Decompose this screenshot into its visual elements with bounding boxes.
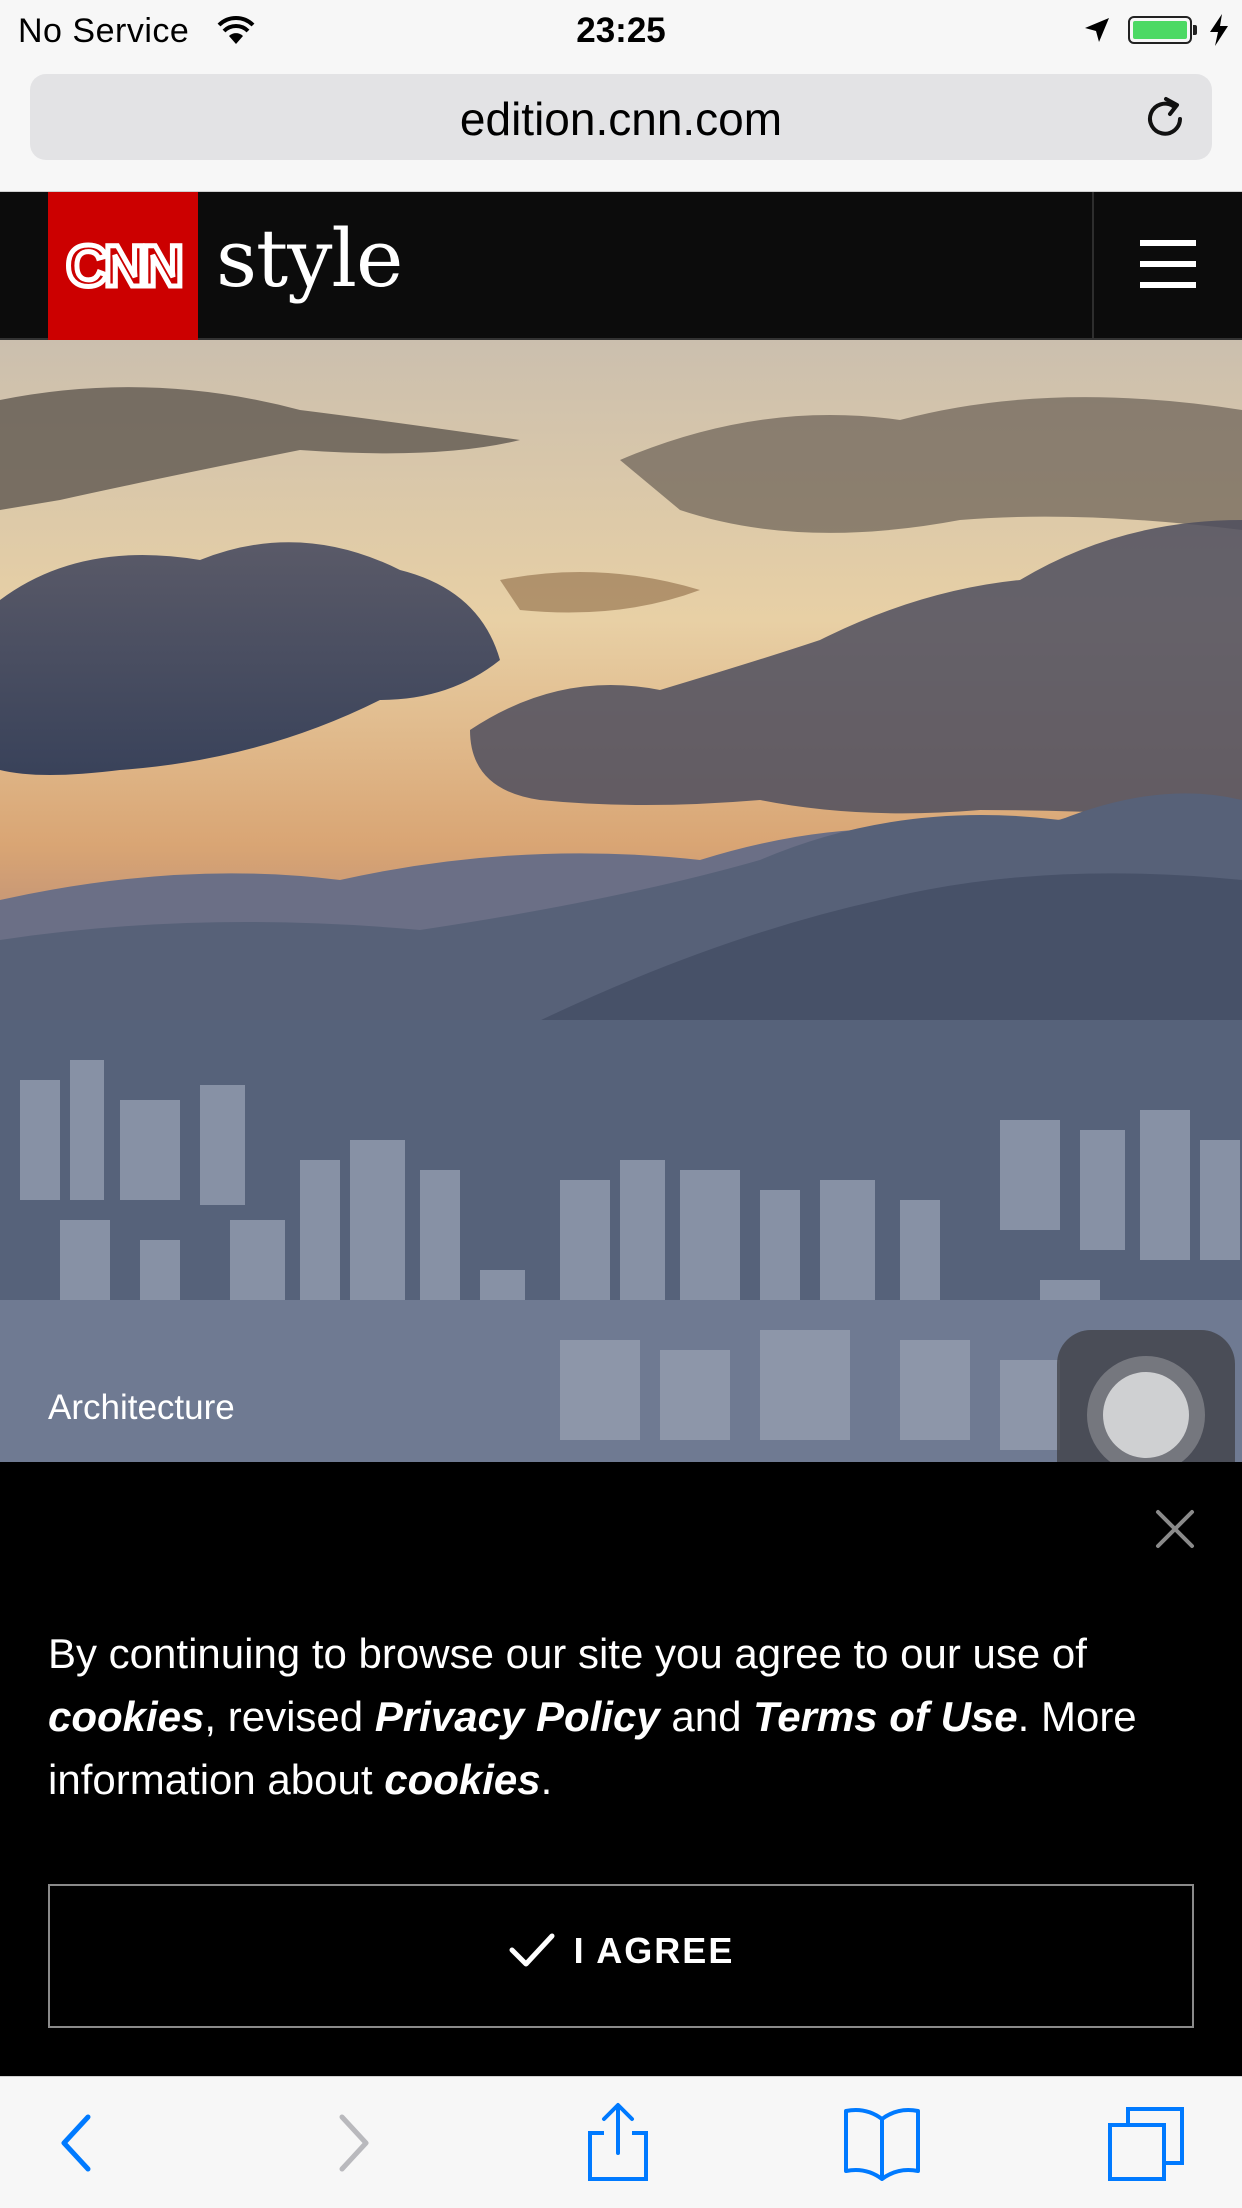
- hero-image[interactable]: Architecture: [0, 340, 1242, 1462]
- share-button[interactable]: [576, 2101, 660, 2185]
- terms-of-use-link[interactable]: Terms of Use: [753, 1693, 1018, 1740]
- i-agree-label: I AGREE: [573, 1930, 735, 1971]
- url-bar[interactable]: edition.cnn.com: [30, 74, 1212, 160]
- browser-toolbar: [0, 2076, 1242, 2208]
- cookie-text-part: and: [659, 1693, 754, 1740]
- location-arrow-icon: [1085, 18, 1109, 42]
- chevron-right-icon: [339, 2114, 369, 2172]
- cookies-info-link[interactable]: cookies: [384, 1756, 540, 1803]
- tabs-icon: [1108, 2107, 1184, 2181]
- cookie-text-part: , revised: [204, 1693, 375, 1740]
- share-icon: [588, 2103, 648, 2181]
- book-icon: [844, 2108, 920, 2181]
- city-landscape-image: [0, 340, 1242, 1462]
- cnn-logo[interactable]: CNN: [48, 192, 198, 340]
- battery-cap: [1193, 25, 1197, 35]
- close-icon[interactable]: [1154, 1508, 1196, 1550]
- back-button[interactable]: [36, 2101, 120, 2185]
- cnn-logo-mark: CNN: [64, 232, 187, 302]
- privacy-policy-link[interactable]: Privacy Policy: [375, 1693, 660, 1740]
- bookmarks-button[interactable]: [840, 2101, 924, 2185]
- cookie-text-part: .: [540, 1756, 553, 1803]
- cookie-notice-text: By continuing to browse our site you agr…: [48, 1622, 1198, 1811]
- forward-button[interactable]: [310, 2101, 394, 2185]
- header-divider: [1092, 192, 1094, 338]
- cookies-link[interactable]: cookies: [48, 1693, 204, 1740]
- charging-bolt-icon: [1210, 14, 1228, 46]
- cnn-logo-text: CNN: [66, 234, 180, 299]
- battery-icon: [1128, 16, 1192, 44]
- checkmark-icon: [509, 1933, 555, 1967]
- status-bar: No Service 23:25: [0, 0, 1242, 62]
- browser-address-area: edition.cnn.com: [0, 62, 1242, 192]
- tabs-button[interactable]: [1104, 2101, 1188, 2185]
- url-text[interactable]: edition.cnn.com: [30, 92, 1212, 146]
- site-header: CNN style: [0, 192, 1242, 340]
- chevron-left-icon: [61, 2114, 91, 2172]
- hamburger-menu-icon[interactable]: [1140, 240, 1196, 288]
- section-name[interactable]: style: [216, 212, 403, 305]
- cookie-text-part: By continuing to browse our site you agr…: [48, 1630, 1087, 1677]
- status-time: 23:25: [576, 11, 666, 50]
- reload-icon[interactable]: [1140, 94, 1190, 144]
- section-tag[interactable]: Architecture: [48, 1388, 235, 1428]
- i-agree-button[interactable]: I AGREE: [48, 1884, 1194, 2028]
- cookie-banner: By continuing to browse our site you agr…: [0, 1462, 1242, 2076]
